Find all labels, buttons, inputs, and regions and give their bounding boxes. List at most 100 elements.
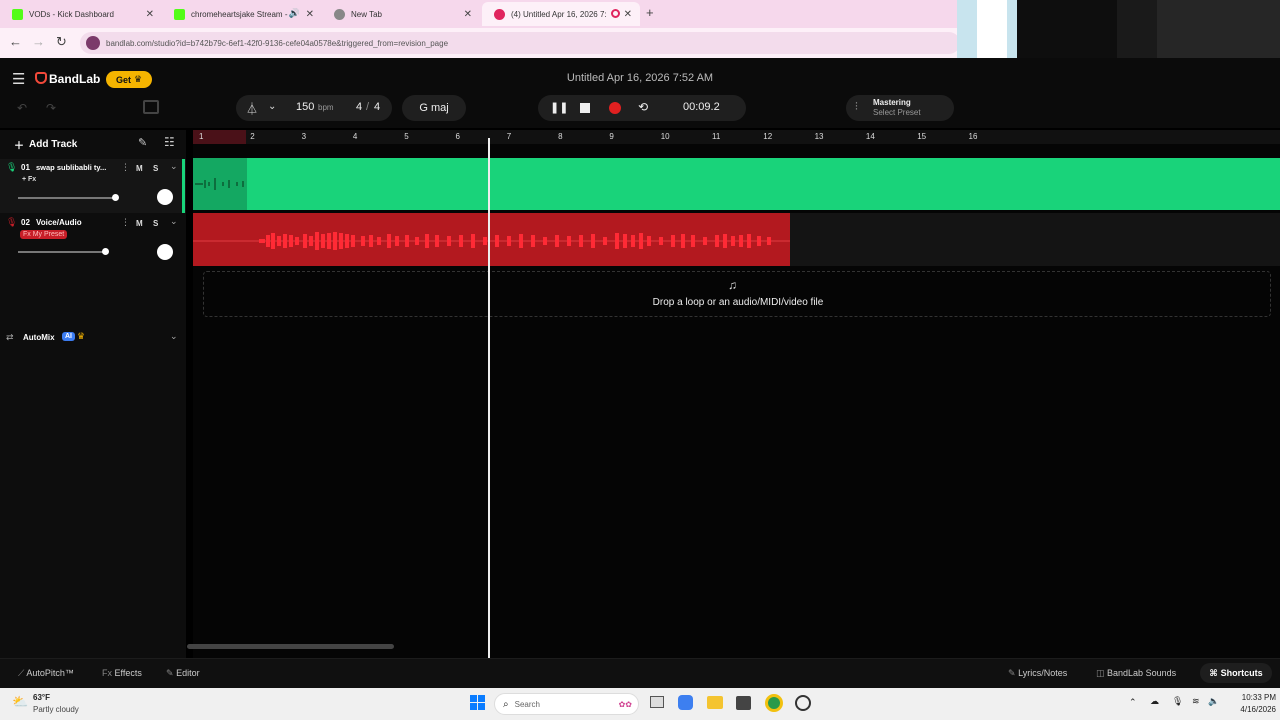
ruler-tick: 16	[968, 132, 978, 141]
autopitch-label: AutoPitch™	[26, 668, 74, 678]
sliders-icon: ⫶	[855, 101, 858, 113]
solo-button[interactable]: S	[153, 164, 158, 173]
project-title[interactable]: Untitled Apr 16, 2026 7:52 AM	[440, 72, 840, 84]
obs-icon[interactable]	[795, 695, 811, 711]
chevron-down-icon[interactable]: ⌄	[170, 161, 178, 172]
close-tab-icon[interactable]: ✕	[464, 9, 472, 20]
tab-bandlab[interactable]: (4) Untitled Apr 16, 2026 7: ✕	[482, 2, 640, 26]
microphone-icon[interactable]: 🎙	[1172, 696, 1183, 707]
url-text: bandlab.com/studio?id=b742b79c-6ef1-42f0…	[106, 38, 449, 48]
tab-title: VODs - Kick Dashboard	[29, 9, 114, 19]
horizontal-scrollbar[interactable]	[187, 644, 394, 649]
chevron-down-icon[interactable]: ⌄	[268, 101, 276, 112]
bandlab-sounds-button[interactable]: ◫ BandLab Sounds	[1096, 668, 1176, 679]
playhead[interactable]	[488, 138, 490, 658]
pan-knob[interactable]	[157, 244, 173, 260]
track-number: 02	[21, 218, 30, 227]
editor-button[interactable]: ✎ Editor	[166, 668, 200, 679]
wifi-icon[interactable]: ≋	[1192, 696, 1200, 707]
tab-stream[interactable]: chromeheartsjake Stream - 🔊 ✕	[162, 2, 322, 26]
time-signature-numerator[interactable]: 4	[356, 101, 362, 113]
close-tab-icon[interactable]: ✕	[306, 9, 314, 20]
bpm-unit: bpm	[318, 103, 334, 112]
close-tab-icon[interactable]: ✕	[624, 9, 632, 20]
time-signature-denominator[interactable]: 4	[374, 101, 380, 113]
track-name[interactable]: swap sublibabli ty...	[36, 163, 106, 172]
fx-preset-badge[interactable]: Fx My Preset	[20, 230, 68, 239]
microphone-icon: 🎙	[6, 217, 18, 227]
add-track-button[interactable]: ＋ Add Track	[14, 137, 77, 152]
mixer-icon[interactable]: ☷	[164, 135, 175, 149]
bandlab-logo-icon	[35, 72, 47, 84]
solo-button[interactable]: S	[153, 219, 158, 228]
start-icon[interactable]	[470, 695, 485, 710]
pencil-icon[interactable]: ✎	[138, 136, 147, 149]
clock-date[interactable]: 4/16/2026	[1226, 705, 1276, 714]
chevron-down-icon[interactable]: ⌄	[170, 216, 178, 227]
volume-slider[interactable]	[18, 197, 116, 199]
volume-icon[interactable]: 🔈	[1208, 696, 1219, 707]
effects-button[interactable]: Fx Effects	[102, 668, 142, 678]
get-membership-button[interactable]: Get ♛	[106, 71, 152, 88]
tab-new-tab[interactable]: New Tab ✕	[322, 2, 480, 26]
url-field[interactable]: bandlab.com/studio?id=b742b79c-6ef1-42f0…	[80, 32, 960, 54]
chevron-down-icon[interactable]: ⌄	[170, 331, 178, 342]
volume-handle[interactable]	[102, 248, 109, 255]
chevron-up-icon[interactable]: ⌃	[1129, 697, 1137, 708]
track-header-1[interactable]: 🎙 01 swap sublibabli ty... ⋮ M S ⌄ + Fx	[0, 159, 186, 213]
site-info-icon[interactable]	[86, 36, 100, 50]
loop-icon[interactable]: ⟲	[638, 100, 648, 114]
track-panel: ＋ Add Track ✎ ☷ 🎙 01 swap sublibabli ty.…	[0, 130, 186, 690]
track-name[interactable]: Voice/Audio	[36, 218, 82, 227]
new-tab-button[interactable]: +	[646, 5, 654, 20]
record-icon[interactable]	[609, 102, 621, 114]
audio-clip-track-1[interactable]	[193, 158, 1280, 210]
cloud-icon[interactable]: ☁	[1150, 696, 1159, 707]
tab-kick-dashboard[interactable]: VODs - Kick Dashboard ✕	[0, 2, 162, 26]
lyrics-notes-button[interactable]: ✎ Lyrics/Notes	[1008, 668, 1067, 679]
store-icon[interactable]	[736, 696, 751, 710]
mute-button[interactable]: M	[136, 219, 143, 228]
add-track-label: Add Track	[29, 139, 78, 150]
chrome-icon[interactable]	[765, 694, 783, 712]
timeline-ruler[interactable]: 1 2 3 4 5 6 7 8 9 10 11 12 13 14 15 16	[193, 130, 1280, 144]
key-selector[interactable]: G maj	[402, 95, 466, 121]
weather-desc[interactable]: Partly cloudy	[33, 705, 79, 714]
file-explorer-icon[interactable]	[707, 696, 723, 709]
task-view-icon[interactable]	[650, 696, 664, 708]
mastering-button[interactable]: ⫶ Mastering Select Preset	[846, 95, 954, 121]
reload-icon[interactable]: ↻	[56, 34, 67, 50]
automix-row[interactable]: ⇄ AutoMix AI ♛ ⌄	[0, 330, 186, 348]
bpm-value[interactable]: 150	[296, 101, 314, 113]
taskbar-search[interactable]: ⌕ Search ✿✿	[494, 693, 639, 715]
shortcuts-button[interactable]: ⌘ Shortcuts	[1200, 663, 1272, 683]
more-icon[interactable]: ⋮	[121, 217, 130, 228]
drop-zone[interactable]: ♫ Drop a loop or an audio/MIDI/video fil…	[203, 271, 1271, 317]
volume-slider[interactable]	[18, 251, 106, 253]
chrome-icon	[334, 8, 345, 20]
pause-icon[interactable]: ❚❚	[550, 101, 568, 114]
close-tab-icon[interactable]: ✕	[146, 9, 154, 20]
back-icon[interactable]: ←	[9, 34, 22, 49]
more-icon[interactable]: ⋮	[121, 162, 130, 173]
undo-icon[interactable]: ↶	[17, 101, 27, 115]
volume-handle[interactable]	[112, 194, 119, 201]
timeline-area[interactable]: ♫ Drop a loop or an audio/MIDI/video fil…	[187, 138, 1280, 694]
mute-button[interactable]: M	[136, 164, 143, 173]
autopitch-button[interactable]: ⟋ AutoPitch™	[18, 668, 74, 679]
audio-clip-track-2[interactable]	[193, 213, 790, 266]
forward-icon[interactable]: →	[32, 34, 45, 49]
stop-icon[interactable]	[580, 103, 590, 113]
copilot-icon[interactable]	[678, 695, 693, 710]
weather-temp[interactable]: 63°F	[33, 693, 50, 702]
piano-icon[interactable]	[143, 100, 159, 114]
track-header-2[interactable]: 🎙 02 Voice/Audio ⋮ M S ⌄ Fx My Preset	[0, 214, 186, 268]
pencil-icon: ✎	[1008, 668, 1016, 678]
add-fx-button[interactable]: + Fx	[22, 176, 36, 183]
clock-time[interactable]: 10:33 PM	[1234, 693, 1276, 702]
speaker-icon[interactable]: 🔊	[289, 8, 300, 19]
metronome-icon[interactable]: ⏃	[246, 100, 258, 117]
menu-icon[interactable]: ☰	[12, 70, 25, 88]
pan-knob[interactable]	[157, 189, 173, 205]
redo-icon[interactable]: ↷	[46, 101, 56, 115]
